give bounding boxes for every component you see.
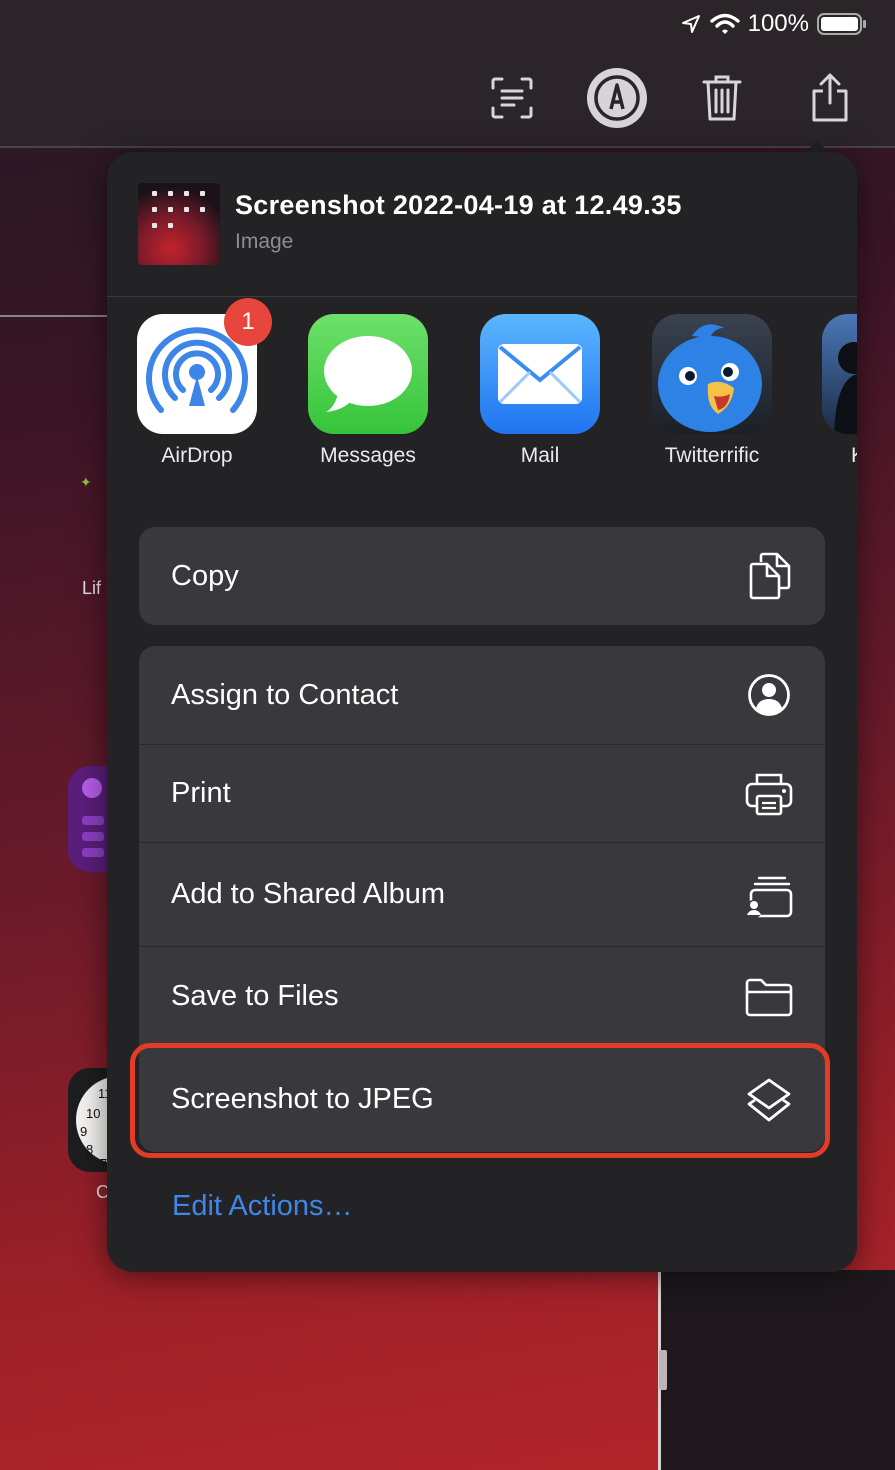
copy-action[interactable]: Copy (139, 527, 825, 625)
battery-percentage: 100% (747, 10, 809, 37)
copy-icon (745, 552, 793, 600)
highlight-outline (130, 1043, 830, 1158)
background-handle (659, 1350, 667, 1390)
assign-to-contact-action[interactable]: Assign to Contact (139, 646, 825, 744)
wifi-icon (709, 13, 740, 34)
share-app-label: Mail (520, 444, 560, 467)
action-label: Print (171, 777, 231, 809)
twitterrific-icon (652, 314, 772, 434)
share-button[interactable] (802, 70, 858, 126)
airdrop-badge: 1 (224, 298, 272, 346)
share-app-mail[interactable]: Mail (465, 314, 615, 468)
file-title: Screenshot 2022-04-19 at 12.49.35 (235, 190, 682, 220)
share-app-messages[interactable]: Messages (293, 314, 443, 468)
add-to-shared-album-action[interactable]: Add to Shared Album (139, 842, 825, 946)
text-scan-button[interactable] (484, 70, 540, 126)
messages-icon (308, 314, 428, 434)
printer-icon (745, 770, 793, 818)
background-app-glyph-icon: ✦ (80, 474, 92, 490)
edit-actions-link[interactable]: Edit Actions… (172, 1190, 353, 1223)
app-row: 1 AirDrop Messages Mail Twitterrific (107, 296, 857, 486)
copy-group: Copy (139, 527, 825, 625)
share-app-label: K (807, 444, 857, 468)
share-sheet-header: Screenshot 2022-04-19 at 12.49.35 Image (107, 152, 857, 297)
markup-button[interactable] (586, 67, 648, 129)
text-scan-icon (491, 77, 533, 119)
battery-icon (817, 13, 866, 35)
file-thumbnail (138, 183, 220, 265)
markup-icon (587, 68, 647, 128)
status-bar: 100% (680, 10, 867, 38)
print-action[interactable]: Print (139, 744, 825, 842)
action-label: Add to Shared Album (171, 878, 446, 910)
action-label: Save to Files (171, 980, 339, 1012)
location-arrow-icon (681, 15, 700, 33)
share-app-twitterrific[interactable]: Twitterrific (637, 314, 787, 468)
action-label: Assign to Contact (171, 678, 399, 711)
background-divider (0, 315, 108, 317)
share-app-partial[interactable]: K (807, 314, 857, 468)
save-to-files-action[interactable]: Save to Files (139, 946, 825, 1046)
trash-icon (702, 75, 742, 121)
file-type: Image (235, 230, 294, 253)
share-app-label: AirDrop (161, 444, 233, 467)
share-app-label: Twitterrific (664, 444, 760, 467)
partial-app-icon (822, 314, 857, 434)
share-app-label: Messages (320, 444, 416, 467)
delete-button[interactable] (694, 70, 750, 126)
shared-album-icon (745, 871, 793, 919)
background-panel (661, 1270, 895, 1470)
folder-icon (745, 973, 793, 1021)
mail-icon (480, 314, 600, 434)
action-label: Copy (171, 559, 239, 592)
contact-icon (745, 671, 793, 719)
background-app-label: Lif (82, 578, 102, 598)
share-icon (812, 73, 848, 122)
